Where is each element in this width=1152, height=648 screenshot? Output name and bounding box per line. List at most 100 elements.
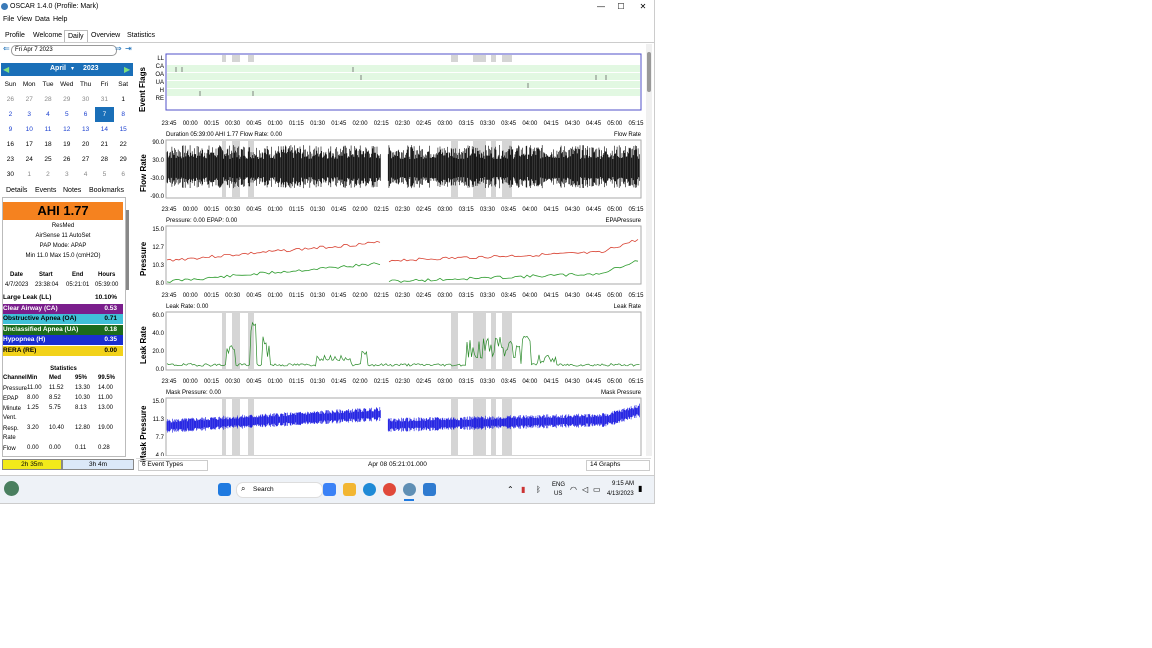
maximize-button[interactable]: ☐ [610,1,632,13]
edge-icon[interactable] [363,483,376,496]
tab-details[interactable]: Details [6,187,27,194]
bing-icon[interactable] [323,483,336,496]
next-day-icon[interactable]: ⇒ [115,44,122,53]
graph-scrollbar[interactable] [646,44,652,456]
calendar-day[interactable]: 29 [114,152,133,167]
duration-right[interactable]: 3h 4m [62,459,134,470]
event-summary-row[interactable]: RERA (RE) 0.00 [3,345,123,356]
calendar-day[interactable]: 17 [20,137,39,152]
event-summary-row[interactable]: Unclassified Apnea (UA) 0.18 [3,324,123,335]
calendar-day[interactable]: 4 [76,167,95,182]
calendar-day[interactable]: 25 [39,152,58,167]
calendar-day[interactable]: 7 [94,107,114,122]
calendar-day[interactable]: 30 [1,167,20,182]
calendar-month[interactable]: April [50,65,66,72]
menu-help[interactable]: Help [53,16,67,23]
file-explorer-icon[interactable] [343,483,356,496]
calendar-day[interactable]: 26 [57,152,76,167]
lang-ime[interactable]: ENG [552,482,565,488]
calendar-day[interactable]: 6 [114,167,133,182]
prev-month-icon[interactable]: ◀ [3,65,9,74]
calendar-day[interactable]: 30 [76,92,95,107]
last-day-icon[interactable]: ⇥ [125,44,132,53]
graph-scroll-thumb[interactable] [647,52,651,92]
oscar-taskbar-icon[interactable] [403,483,416,496]
calendar-day[interactable]: 18 [39,137,58,152]
date-field[interactable]: Fri Apr 7 2023 [11,45,117,56]
calendar-day[interactable]: 1 [114,92,133,107]
tab-welcome[interactable]: Welcome [30,30,65,41]
graphs-svg[interactable]: LL CA OA UA H RE 23:45 00:00 00:15 00:30 00:45 01:0… [136,44,646,459]
calendar-day[interactable]: 16 [1,137,20,152]
calendar-day[interactable]: 10 [20,122,39,137]
calendar-day[interactable]: 3 [57,167,76,182]
calendar-day[interactable]: 2 [1,107,20,122]
calendar-day[interactable]: 27 [20,92,39,107]
event-summary-row[interactable]: Obstructive Apnea (OA) 0.71 [3,314,123,324]
app-taskbar-icon[interactable] [423,483,436,496]
clock-time[interactable]: 9:15 AM [612,481,634,487]
tab-profile[interactable]: Profile [2,30,28,41]
close-button[interactable]: ✕ [632,1,654,13]
calendar-year[interactable]: 2023 [83,65,99,72]
battery-icon[interactable]: ▭ [593,485,601,494]
minimize-button[interactable]: — [590,1,612,13]
tab-overview[interactable]: Overview [88,30,123,41]
widgets-icon[interactable] [4,481,19,496]
calendar-day[interactable]: 14 [95,122,114,137]
bluetooth-icon[interactable]: ᛒ [536,485,541,494]
tab-notes[interactable]: Notes [63,187,81,194]
calendar-day[interactable]: 9 [1,122,20,137]
tray-app-icon[interactable]: ▮ [521,485,525,494]
prev-day-icon[interactable]: ⇐ [3,44,10,53]
graphs-dropdown[interactable]: 14 Graphs [586,460,650,471]
chevron-up-icon[interactable]: ⌃ [507,485,514,494]
event-summary-row[interactable]: Hypopnea (H) 0.35 [3,335,123,345]
calendar-day[interactable]: 12 [57,122,76,137]
calendar-day[interactable]: 28 [95,152,114,167]
notification-icon[interactable]: ▮ [638,484,642,493]
calendar-day[interactable]: 2 [39,167,58,182]
calendar-day[interactable]: 5 [95,167,114,182]
next-month-icon[interactable]: ▶ [124,65,130,74]
start-icon[interactable] [218,483,231,496]
volume-icon[interactable]: ◁ [582,485,588,494]
calendar-day[interactable]: 21 [95,137,114,152]
event-summary-row[interactable]: Large Leak (LL) 10.10% [3,293,123,303]
clock-date[interactable]: 4/13/2023 [607,491,634,497]
calendar-day[interactable]: 3 [20,107,39,122]
calendar-day[interactable]: 27 [76,152,95,167]
calendar-day[interactable]: 29 [57,92,76,107]
calendar-day[interactable]: 11 [39,122,58,137]
menu-file[interactable]: File [3,16,14,23]
session-row[interactable]: 4/7/2023 23:38:04 05:21:01 05:39:00 [3,282,124,292]
calendar-day[interactable]: 13 [76,122,95,137]
calendar-day[interactable]: 31 [95,92,114,107]
calendar-day[interactable]: 24 [20,152,39,167]
tab-events[interactable]: Events [35,187,56,194]
calendar-day[interactable]: 4 [39,107,58,122]
calendar-day[interactable]: 8 [114,107,133,122]
wifi-icon[interactable]: ◠ [570,485,577,494]
menu-data[interactable]: Data [35,16,50,23]
calendar-day[interactable]: 19 [57,137,76,152]
calendar-day[interactable]: 22 [114,137,133,152]
details-scrollbar[interactable] [126,210,129,290]
event-types-dropdown[interactable]: 6 Event Types [138,460,208,471]
search-box[interactable]: ⌕ Search [236,482,323,498]
calendar-day[interactable]: 5 [57,107,76,122]
chrome-icon[interactable] [383,483,396,496]
menu-view[interactable]: View [17,16,32,23]
tab-bookmarks[interactable]: Bookmarks [89,187,124,194]
calendar-day[interactable]: 26 [1,92,20,107]
calendar-day[interactable]: 20 [76,137,95,152]
month-dropdown-icon[interactable]: ▾ [71,65,74,72]
calendar-day[interactable]: 28 [39,92,58,107]
event-summary-row[interactable]: Clear Airway (CA) 0.53 [3,303,123,314]
calendar-day[interactable]: 1 [20,167,39,182]
calendar-day[interactable]: 23 [1,152,20,167]
calendar-day[interactable]: 15 [114,122,133,137]
calendar-day[interactable]: 6 [76,107,95,122]
tab-statistics[interactable]: Statistics [124,30,158,41]
duration-left[interactable]: 2h 35m [2,459,62,470]
